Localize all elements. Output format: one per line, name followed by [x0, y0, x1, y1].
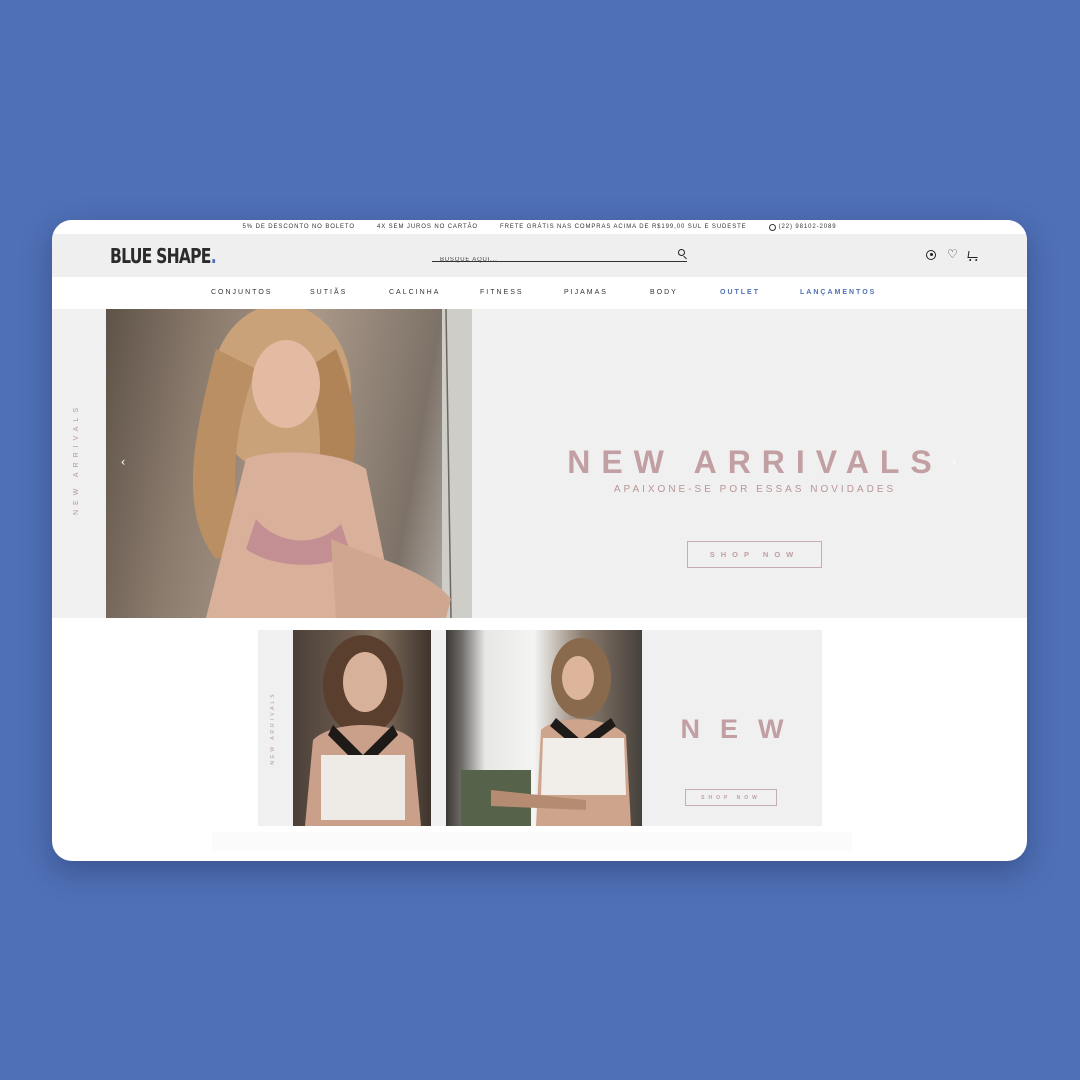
- hero-model-photo: [106, 309, 472, 618]
- nav-item-conjuntos[interactable]: CONJUNTOS: [211, 289, 272, 296]
- nav-item-calcinha[interactable]: CALCINHA: [389, 289, 440, 296]
- banner2-photo2-art: [461, 638, 631, 826]
- promo-boleto: 5% DE DESCONTO NO BOLETO: [242, 224, 355, 230]
- nav-item-sutias[interactable]: SUTIÃS: [310, 289, 347, 296]
- cart-icon[interactable]: [967, 251, 979, 258]
- browser-window: 5% DE DESCONTO NO BOLETO 4X SEM JUROS NO…: [52, 220, 1027, 861]
- whatsapp-icon: [768, 223, 776, 231]
- hero-slider: NEW ARRIVALS ‹ NEW ARRIVALS APAIXONE-SE …: [52, 309, 1027, 618]
- nav-item-lancamentos[interactable]: LANÇAMENTOS: [800, 289, 876, 296]
- logo-text: BLUE SHAPE: [110, 244, 211, 268]
- header-actions: [926, 247, 979, 261]
- main-navigation: CONJUNTOS SUTIÃS CALCINHA FITNESS PIJAMA…: [52, 277, 1027, 309]
- banner2-model-photo-1[interactable]: [293, 630, 431, 826]
- search-icon[interactable]: [678, 249, 685, 256]
- promo-bar: 5% DE DESCONTO NO BOLETO 4X SEM JUROS NO…: [52, 220, 1027, 234]
- nav-item-body[interactable]: BODY: [650, 289, 678, 296]
- hero-shop-now-button[interactable]: SHOP NOW: [687, 541, 822, 568]
- hero-photo-art: [192, 309, 472, 618]
- bottom-divider: [212, 832, 852, 850]
- account-icon[interactable]: [926, 250, 936, 260]
- search-bar: [432, 248, 687, 266]
- banner2-title: NEW: [680, 714, 804, 744]
- secondary-banner: NEW ARRIVALS NEW SHOP NOW: [258, 630, 822, 826]
- nav-item-pijamas[interactable]: PIJAMAS: [564, 289, 608, 296]
- next-slide-chevron-right-icon[interactable]: ›: [949, 456, 959, 468]
- banner2-photo1-art: [305, 635, 421, 826]
- brand-logo[interactable]: BLUE SHAPE.: [110, 244, 217, 268]
- banner2-shop-now-button[interactable]: SHOP NOW: [685, 789, 777, 806]
- site-header: BLUE SHAPE.: [52, 234, 1027, 277]
- wishlist-heart-icon[interactable]: [947, 247, 958, 261]
- phone-number: (22) 98102-2089: [778, 224, 837, 230]
- hero-title: NEW ARRIVALS: [567, 444, 943, 480]
- search-input[interactable]: [440, 254, 670, 266]
- logo-dot: .: [210, 244, 217, 268]
- promo-free-shipping: FRETE GRÁTIS NAS COMPRAS ACIMA DE R$199,…: [500, 224, 747, 230]
- whatsapp-contact[interactable]: (22) 98102-2089: [768, 223, 837, 231]
- hero-subtitle: APAIXONE-SE POR ESSAS NOVIDADES: [613, 484, 897, 495]
- nav-item-outlet[interactable]: OUTLET: [720, 289, 760, 296]
- nav-item-fitness[interactable]: FITNESS: [480, 289, 524, 296]
- banner2-model-photo-2[interactable]: [446, 630, 642, 826]
- prev-slide-chevron-left-icon[interactable]: ‹: [118, 456, 128, 468]
- promo-installments: 4X SEM JUROS NO CARTÃO: [376, 224, 478, 230]
